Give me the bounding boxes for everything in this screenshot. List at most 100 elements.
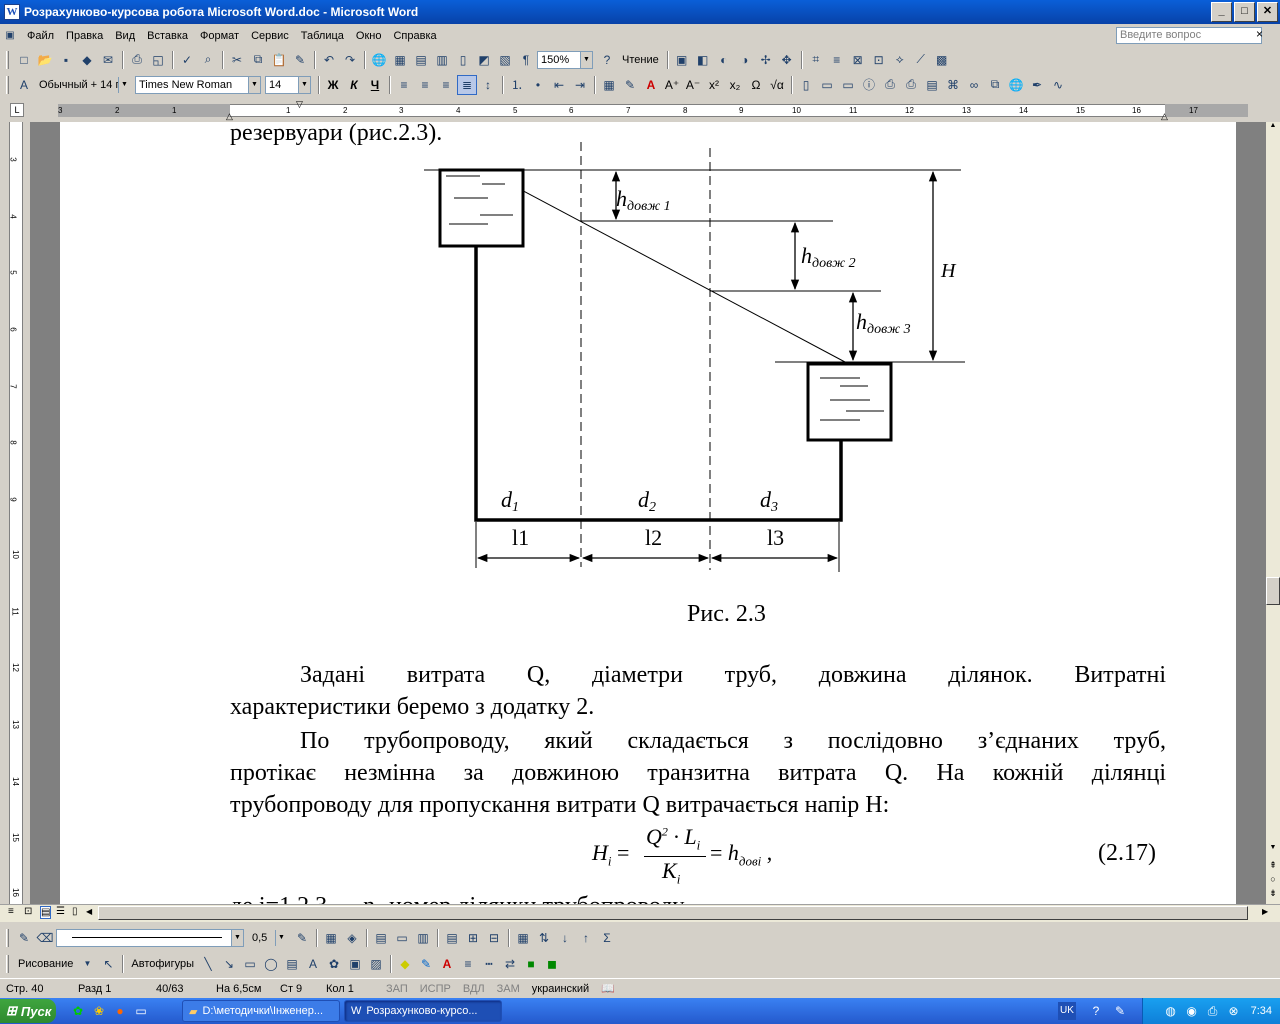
scroll-up-icon[interactable]: ▲	[1266, 122, 1280, 136]
first-line-indent-marker[interactable]: ▽	[296, 99, 303, 110]
normal-view-icon[interactable]: ≡	[8, 906, 14, 917]
select-objects-icon[interactable]: ↖	[98, 954, 118, 974]
print-icon[interactable]: ⎙	[127, 50, 147, 70]
align-right-icon[interactable]: ≡	[436, 75, 456, 95]
tray-network-icon[interactable]: ◍	[1161, 1001, 1181, 1021]
text-direction-icon[interactable]: ⇅	[534, 928, 554, 948]
menu-edit[interactable]: Правка	[60, 30, 109, 42]
split-cells-icon[interactable]: ▥	[413, 928, 433, 948]
quicklaunch-firefox-icon[interactable]: ●	[110, 1001, 130, 1021]
justify-icon[interactable]: ≣	[457, 74, 477, 95]
bullets-icon[interactable]: •	[528, 75, 548, 95]
language-indicator[interactable]: UK	[1058, 1002, 1076, 1020]
line-icon[interactable]: ╲	[198, 954, 218, 974]
diagram-icon[interactable]: ✿	[324, 954, 344, 974]
chevron-down-icon[interactable]: ▼	[77, 954, 97, 974]
taskbar-word[interactable]: W Розрахунково-курсо...	[344, 1000, 502, 1022]
cut-icon[interactable]: ✂	[227, 50, 247, 70]
horizontal-scrollbar[interactable]: ≡ ⊡ ▤ ☰ ▯ ◀ ▶	[0, 904, 1280, 922]
print-layout-view-icon[interactable]: ▤	[40, 906, 52, 919]
menu-table[interactable]: Таблица	[295, 30, 350, 42]
reset-picture-icon[interactable]: ▩	[932, 50, 952, 70]
format-painter-icon[interactable]: ✎	[290, 50, 310, 70]
copy-icon[interactable]: ⧉	[248, 50, 268, 70]
oval-icon[interactable]: ◯	[261, 954, 281, 974]
save-icon[interactable]: ▪	[56, 50, 76, 70]
research-icon[interactable]: ⌕	[198, 50, 218, 70]
chevron-down-icon[interactable]: ▼	[298, 76, 310, 93]
horizontal-ruler[interactable]: L 3 2 1 1 2 3 4 5 6 7 8 9 10 11 12 13 14…	[0, 98, 1280, 122]
pen-tray-icon[interactable]: ✎	[1110, 1001, 1130, 1021]
printer-2-icon[interactable]: ⎙	[880, 75, 900, 95]
align-center-icon[interactable]: ≡	[415, 75, 435, 95]
info-icon[interactable]: ⓘ	[859, 75, 879, 95]
quicklaunch-butterfly-icon[interactable]: ❀	[89, 1001, 109, 1021]
menu-tools[interactable]: Сервис	[245, 30, 295, 42]
line-color-icon[interactable]: ✎	[416, 954, 436, 974]
rotate-icon[interactable]: ✥	[777, 50, 797, 70]
shading-icon[interactable]: ◈	[342, 928, 362, 948]
document-page[interactable]: резервуари (рис.2.3). hдовж 1 hдовж 2 hд…	[60, 122, 1236, 904]
help-search-input[interactable]: Введите вопрос	[1116, 27, 1262, 44]
vertical-scrollbar[interactable]: ▲ ▼ ⇞ ○ ⇟	[1266, 122, 1280, 904]
brightness-icon[interactable]: ◐	[714, 50, 734, 70]
symbol-icon[interactable]: Ω	[746, 75, 766, 95]
format-picture-icon[interactable]: ⟡	[890, 50, 910, 70]
line-weight-select[interactable]: 0,5 ▼	[248, 928, 288, 947]
tray-volume-icon[interactable]: ◉	[1182, 1001, 1202, 1021]
quicklaunch-icq-icon[interactable]: ✿	[68, 1001, 88, 1021]
merge-cells-icon[interactable]: ▭	[392, 928, 412, 948]
comment-icon[interactable]: ▭	[817, 75, 837, 95]
shadow-icon[interactable]: ■	[521, 954, 541, 974]
browse-object-icon[interactable]: ○	[1266, 874, 1280, 888]
hscroll-thumb[interactable]	[98, 906, 1248, 920]
distribute-rows-icon[interactable]: ⊞	[463, 928, 483, 948]
highlight-icon[interactable]: ✎	[620, 75, 640, 95]
link-icon[interactable]: ∞	[964, 75, 984, 95]
globe-icon[interactable]: 🌐	[1006, 75, 1026, 95]
distribute-cols-icon[interactable]: ⊟	[484, 928, 504, 948]
autoshapes-menu[interactable]: Автофигуры	[127, 958, 198, 970]
scroll-left-icon[interactable]: ◀	[86, 907, 92, 916]
font-select[interactable]: Times New Roman ▼	[135, 75, 261, 94]
scrollbar-thumb[interactable]	[1266, 577, 1280, 605]
doc-map-icon[interactable]: ▧	[495, 50, 515, 70]
undo-icon[interactable]: ↶	[319, 50, 339, 70]
toolbar-grip[interactable]	[6, 75, 9, 94]
vertical-ruler[interactable]: 3 4 5 6 7 8 9 10 11 12 13 14 15 16	[0, 122, 30, 904]
menu-file[interactable]: Файл	[21, 30, 60, 42]
line-style-icon[interactable]: ≡	[827, 50, 847, 70]
tray-antivirus-icon[interactable]: ⊗	[1224, 1001, 1244, 1021]
maximize-button[interactable]: □	[1234, 2, 1255, 22]
scroll-down-icon[interactable]: ▼	[1266, 844, 1280, 858]
crop-icon[interactable]: ✢	[756, 50, 776, 70]
document-area[interactable]: резервуари (рис.2.3). hдовж 1 hдовж 2 hд…	[30, 122, 1266, 904]
copy-2-icon[interactable]: ⧉	[985, 75, 1005, 95]
left-indent-marker[interactable]: △	[226, 111, 233, 122]
drawing-menu[interactable]: Рисование	[14, 958, 77, 970]
grow-font-icon[interactable]: A⁺	[662, 75, 682, 95]
show-hide-icon[interactable]: ¶	[516, 50, 536, 70]
read-button[interactable]: Чтение	[618, 50, 663, 70]
spelling-icon[interactable]: ✓	[177, 50, 197, 70]
align-cell-icon[interactable]: ▤	[442, 928, 462, 948]
paste-icon[interactable]: 📋	[269, 50, 289, 70]
zoom-select[interactable]: 150% ▼	[537, 50, 593, 69]
tables-borders-icon[interactable]: ▦	[390, 50, 410, 70]
autoformat-icon[interactable]: ▦	[513, 928, 533, 948]
menu-format[interactable]: Формат	[194, 30, 245, 42]
taskbar-explorer[interactable]: ▰ D:\методички\Інженер...	[182, 1000, 340, 1022]
line-spacing-icon[interactable]: ↕	[478, 75, 498, 95]
help-tray-icon[interactable]: ?	[1086, 1001, 1106, 1021]
arrow-style-icon[interactable]: ⇄	[500, 954, 520, 974]
sort-asc-icon[interactable]: ↓	[555, 928, 575, 948]
close-button[interactable]: ✕	[1257, 2, 1278, 22]
quicklaunch-desktop-icon[interactable]: ▭	[131, 1001, 151, 1021]
superscript-icon[interactable]: x²	[704, 75, 724, 95]
contrast-icon[interactable]: ◑	[735, 50, 755, 70]
insert-excel-icon[interactable]: ▥	[432, 50, 452, 70]
outside-border-icon[interactable]: ▦	[321, 928, 341, 948]
pen-icon[interactable]: ✒	[1027, 75, 1047, 95]
eraser-icon[interactable]: ⌫	[35, 928, 55, 948]
autosum-icon[interactable]: Σ	[597, 928, 617, 948]
